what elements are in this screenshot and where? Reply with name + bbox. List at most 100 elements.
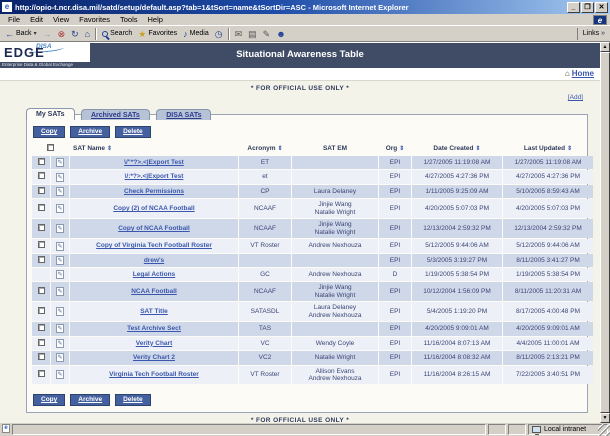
refresh-button[interactable] bbox=[68, 29, 82, 39]
mail-button[interactable] bbox=[232, 29, 246, 39]
column-header-last-updated[interactable]: Last Updated bbox=[503, 142, 593, 155]
print-button[interactable] bbox=[245, 29, 260, 39]
sort-icon[interactable] bbox=[397, 145, 404, 152]
sat-name-cell: Copy of NCAA Football bbox=[70, 219, 238, 238]
sat-name-link[interactable]: \/"*?>.<|Export Test bbox=[124, 159, 184, 166]
checkbox-cell bbox=[32, 282, 50, 301]
edit-icon[interactable] bbox=[56, 307, 64, 316]
select-all-checkbox[interactable] bbox=[47, 144, 54, 151]
favorites-button[interactable]: Favorites bbox=[135, 29, 180, 39]
back-icon bbox=[5, 29, 14, 39]
sort-icon[interactable] bbox=[474, 145, 481, 152]
archive-button[interactable]: Archive bbox=[70, 126, 110, 138]
row-checkbox[interactable] bbox=[38, 256, 45, 263]
sat-name-link[interactable]: Verity Chart 2 bbox=[133, 354, 175, 361]
edit-icon[interactable] bbox=[56, 242, 64, 251]
sat-name-link[interactable]: Test Archive Sect bbox=[127, 325, 181, 332]
row-checkbox[interactable] bbox=[38, 172, 45, 179]
row-checkbox[interactable] bbox=[38, 353, 45, 360]
menu-tools[interactable]: Tools bbox=[115, 15, 143, 24]
row-checkbox[interactable] bbox=[38, 204, 45, 211]
sat-name-link[interactable]: \/:*?>.<|Export Test bbox=[125, 173, 184, 180]
sort-icon[interactable] bbox=[276, 145, 283, 152]
sat-name-link[interactable]: Copy of NCAA Football bbox=[118, 225, 190, 232]
table-row: \/"*?>.<|Export Test ET EPI 1/27/2005 11… bbox=[32, 156, 593, 169]
edit-icon[interactable] bbox=[56, 256, 64, 265]
edit-icon[interactable] bbox=[56, 270, 64, 279]
media-button[interactable]: Media bbox=[180, 29, 212, 39]
add-link[interactable]: [Add] bbox=[568, 94, 583, 101]
vertical-scrollbar[interactable]: ▲ ▼ bbox=[600, 42, 610, 423]
scroll-down-icon[interactable]: ▼ bbox=[600, 413, 610, 423]
edit-icon[interactable] bbox=[56, 324, 64, 333]
archive-button[interactable]: Archive bbox=[70, 394, 110, 406]
row-checkbox[interactable] bbox=[38, 187, 45, 194]
edit-icon[interactable] bbox=[56, 173, 64, 182]
sat-name-link[interactable]: Legal Actions bbox=[133, 271, 175, 278]
tab-my-sats[interactable]: My SATs bbox=[26, 108, 75, 120]
row-checkbox[interactable] bbox=[38, 241, 45, 248]
status-cell-2 bbox=[508, 424, 526, 435]
delete-button[interactable]: Delete bbox=[115, 126, 151, 138]
home-button[interactable] bbox=[82, 29, 93, 39]
sat-name-link[interactable]: Copy (2) of NCAA Football bbox=[113, 205, 194, 212]
column-header-date-created[interactable]: Date Created bbox=[412, 142, 502, 155]
sat-name-cell: \/"*?>.<|Export Test bbox=[70, 156, 238, 169]
row-checkbox[interactable] bbox=[38, 224, 45, 231]
menu-edit[interactable]: Edit bbox=[25, 15, 48, 24]
sat-name-link[interactable]: NCAA Football bbox=[131, 288, 177, 295]
edit-page-button[interactable] bbox=[260, 29, 274, 39]
menu-favorites[interactable]: Favorites bbox=[74, 15, 115, 24]
messenger-button[interactable] bbox=[273, 29, 288, 39]
search-button[interactable]: Search bbox=[99, 30, 135, 37]
resize-grip[interactable] bbox=[598, 424, 610, 436]
history-button[interactable] bbox=[212, 29, 226, 39]
sat-name-link[interactable]: drew's bbox=[144, 257, 164, 264]
edit-icon[interactable] bbox=[56, 353, 64, 362]
copy-button[interactable]: Copy bbox=[33, 126, 65, 138]
tab-disa-sats[interactable]: DISA SATs bbox=[156, 109, 211, 120]
row-checkbox[interactable] bbox=[38, 324, 45, 331]
menu-view[interactable]: View bbox=[48, 15, 74, 24]
close-button[interactable]: ✕ bbox=[595, 2, 608, 13]
date-created-cell: 11/16/2004 8:07:13 AM bbox=[412, 337, 502, 350]
sat-name-link[interactable]: SAT Title bbox=[140, 308, 168, 315]
row-checkbox[interactable] bbox=[38, 158, 45, 165]
sat-name-link[interactable]: Virginia Tech Football Roster bbox=[109, 371, 199, 378]
edit-icon[interactable] bbox=[56, 187, 64, 196]
links-bar[interactable]: Links bbox=[577, 28, 608, 40]
row-checkbox[interactable] bbox=[38, 307, 45, 314]
tab-archived-sats[interactable]: Archived SATs bbox=[81, 109, 150, 120]
edit-icon[interactable] bbox=[56, 158, 64, 167]
menu-file[interactable]: File bbox=[3, 15, 25, 24]
sort-icon[interactable] bbox=[105, 145, 112, 152]
home-link[interactable]: Home bbox=[572, 69, 594, 78]
sat-name-link[interactable]: Verity Chart bbox=[136, 340, 173, 347]
forward-button[interactable] bbox=[40, 29, 55, 39]
column-header-sat-name[interactable]: SAT Name bbox=[70, 142, 238, 155]
scroll-up-icon[interactable]: ▲ bbox=[600, 42, 610, 52]
column-header-org[interactable]: Org bbox=[379, 142, 411, 155]
back-button[interactable]: Back bbox=[2, 29, 40, 39]
maximize-button[interactable]: ❐ bbox=[581, 2, 594, 13]
edit-icon[interactable] bbox=[56, 204, 64, 213]
row-checkbox[interactable] bbox=[38, 370, 45, 377]
edit-icon[interactable] bbox=[56, 370, 64, 379]
sat-name-link[interactable]: Check Permissions bbox=[124, 188, 184, 195]
edit-icon[interactable] bbox=[56, 287, 64, 296]
row-checkbox[interactable] bbox=[38, 287, 45, 294]
back-dropdown-icon[interactable] bbox=[34, 30, 37, 37]
edit-icon[interactable] bbox=[56, 224, 64, 233]
sort-icon[interactable] bbox=[565, 145, 572, 152]
sat-name-link[interactable]: Copy of Virginia Tech Football Roster bbox=[96, 242, 212, 249]
copy-button[interactable]: Copy bbox=[33, 394, 65, 406]
delete-button[interactable]: Delete bbox=[115, 394, 151, 406]
edit-icon[interactable] bbox=[56, 339, 64, 348]
column-header-acronym[interactable]: Acronym bbox=[239, 142, 291, 155]
scrollbar-thumb[interactable] bbox=[600, 52, 610, 413]
minimize-button[interactable]: _ bbox=[567, 2, 580, 13]
stop-button[interactable] bbox=[55, 29, 69, 39]
row-checkbox[interactable] bbox=[38, 339, 45, 346]
menu-help[interactable]: Help bbox=[143, 15, 168, 24]
table-row: Test Archive Sect TAS EPI 4/20/2005 9:09… bbox=[32, 322, 593, 335]
